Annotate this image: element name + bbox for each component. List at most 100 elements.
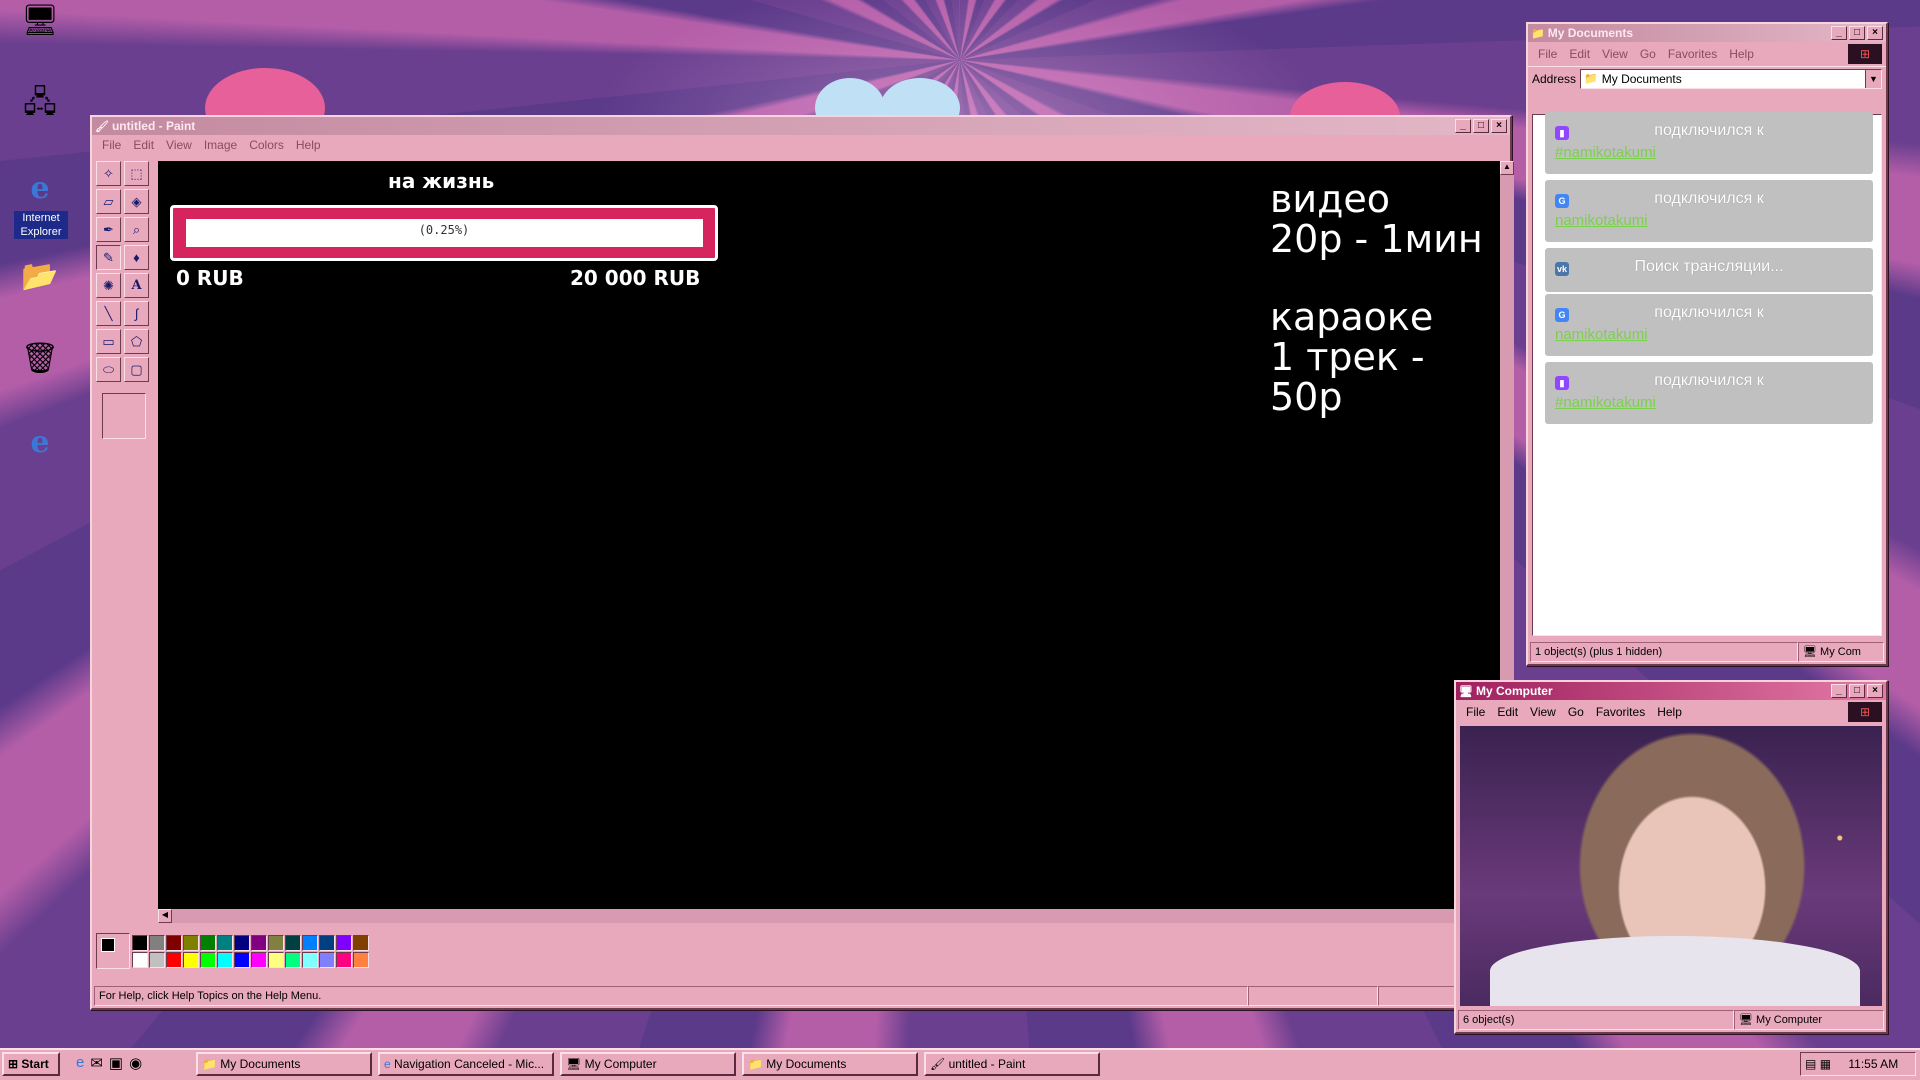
display-tray-icon[interactable]: ▦ bbox=[1820, 1057, 1831, 1071]
chat-channel-link[interactable]: namikotakumi bbox=[1555, 326, 1648, 343]
pencil-tool[interactable]: ✎ bbox=[96, 245, 121, 270]
menu-edit[interactable]: Edit bbox=[1563, 47, 1596, 61]
taskbar-button[interactable]: 📁 My Documents bbox=[196, 1052, 372, 1076]
ie-quicklaunch-icon[interactable]: e bbox=[76, 1054, 84, 1072]
color-swatch[interactable] bbox=[234, 935, 250, 951]
outlook-express-icon[interactable]: e bbox=[20, 422, 60, 462]
menu-go[interactable]: Go bbox=[1634, 47, 1662, 61]
maximize-button[interactable]: □ bbox=[1473, 119, 1489, 133]
eraser-tool[interactable]: ▱ bbox=[96, 189, 121, 214]
color-swatch[interactable] bbox=[336, 952, 352, 968]
start-button[interactable]: ⊞ Start bbox=[2, 1052, 60, 1076]
paint-canvas[interactable]: на жизнь (0.25%) 0 RUB 20 000 RUB видео … bbox=[158, 161, 1504, 909]
brush-tool[interactable]: ♦ bbox=[124, 245, 149, 270]
minimize-button[interactable]: _ bbox=[1831, 684, 1847, 698]
color-swatch[interactable] bbox=[132, 952, 148, 968]
menu-view[interactable]: View bbox=[1596, 47, 1634, 61]
color-swatch[interactable] bbox=[234, 952, 250, 968]
minimize-button[interactable]: _ bbox=[1455, 119, 1471, 133]
folder-icon[interactable]: 📂 bbox=[20, 256, 60, 296]
color-swatch[interactable] bbox=[251, 935, 267, 951]
menu-view[interactable]: View bbox=[1524, 705, 1562, 719]
rectangle-tool[interactable]: ▭ bbox=[96, 329, 121, 354]
color-swatch[interactable] bbox=[166, 935, 182, 951]
color-swatch[interactable] bbox=[217, 952, 233, 968]
color-swatch[interactable] bbox=[336, 935, 352, 951]
menu-file[interactable]: File bbox=[96, 138, 127, 152]
close-button[interactable]: × bbox=[1867, 684, 1883, 698]
tool-options-box[interactable] bbox=[102, 393, 146, 439]
mycomputer-titlebar[interactable]: 🖥 My Computer _ □ × bbox=[1456, 682, 1886, 700]
clock[interactable]: 11:55 AM bbox=[1848, 1057, 1898, 1071]
recycle-bin-icon[interactable]: 🗑 bbox=[20, 338, 60, 378]
taskbar-button[interactable]: 🖥 My Computer bbox=[560, 1052, 736, 1076]
color-swatch[interactable] bbox=[319, 952, 335, 968]
color-swatch[interactable] bbox=[353, 952, 369, 968]
menu-help[interactable]: Help bbox=[1723, 47, 1760, 61]
network-tray-icon[interactable]: ▤ bbox=[1805, 1057, 1816, 1071]
color-swatch[interactable] bbox=[319, 935, 335, 951]
color-swatch[interactable] bbox=[183, 952, 199, 968]
color-swatch[interactable] bbox=[183, 935, 199, 951]
curve-tool[interactable]: ∫ bbox=[124, 301, 149, 326]
minimize-button[interactable]: _ bbox=[1831, 26, 1847, 40]
scroll-left-button[interactable]: ◀ bbox=[158, 909, 172, 923]
rounded-rect-tool[interactable]: ▢ bbox=[124, 357, 149, 382]
taskbar-button[interactable]: e Navigation Canceled - Mic... bbox=[378, 1052, 554, 1076]
color-swatch[interactable] bbox=[149, 952, 165, 968]
menu-image[interactable]: Image bbox=[198, 138, 243, 152]
color-swatch[interactable] bbox=[302, 952, 318, 968]
menu-view[interactable]: View bbox=[160, 138, 198, 152]
color-swatch[interactable] bbox=[166, 952, 182, 968]
menu-go[interactable]: Go bbox=[1562, 705, 1590, 719]
menu-favorites[interactable]: Favorites bbox=[1590, 705, 1651, 719]
show-desktop-icon[interactable]: ▣ bbox=[109, 1054, 123, 1072]
menu-edit[interactable]: Edit bbox=[1491, 705, 1524, 719]
chat-channel-link[interactable]: namikotakumi bbox=[1555, 212, 1648, 229]
color-swatch[interactable] bbox=[285, 935, 301, 951]
airbrush-tool[interactable]: ✺ bbox=[96, 273, 121, 298]
chat-channel-link[interactable]: #namikotakumi bbox=[1555, 394, 1656, 411]
taskbar-button[interactable]: 🖌 untitled - Paint bbox=[924, 1052, 1100, 1076]
menu-edit[interactable]: Edit bbox=[127, 138, 160, 152]
polygon-tool[interactable]: ⬠ bbox=[124, 329, 149, 354]
color-swatch[interactable] bbox=[353, 935, 369, 951]
maximize-button[interactable]: □ bbox=[1849, 26, 1865, 40]
internet-explorer-icon[interactable]: e bbox=[20, 168, 60, 208]
scroll-up-button[interactable]: ▲ bbox=[1500, 161, 1514, 175]
ellipse-tool[interactable]: ⬭ bbox=[96, 357, 121, 382]
current-colors[interactable] bbox=[96, 933, 130, 969]
color-swatch[interactable] bbox=[268, 952, 284, 968]
horizontal-scrollbar[interactable]: ◀ bbox=[158, 909, 1500, 923]
close-button[interactable]: × bbox=[1491, 119, 1507, 133]
fill-tool[interactable]: ◈ bbox=[124, 189, 149, 214]
paint-titlebar[interactable]: 🖌 untitled - Paint _ □ × bbox=[92, 117, 1510, 135]
menu-file[interactable]: File bbox=[1460, 705, 1491, 719]
menu-file[interactable]: File bbox=[1532, 47, 1563, 61]
chat-channel-link[interactable]: #namikotakumi bbox=[1555, 144, 1656, 161]
maximize-button[interactable]: □ bbox=[1849, 684, 1865, 698]
close-button[interactable]: × bbox=[1867, 26, 1883, 40]
address-dropdown-button[interactable]: ▼ bbox=[1865, 69, 1881, 88]
menu-colors[interactable]: Colors bbox=[243, 138, 290, 152]
line-tool[interactable]: ╲ bbox=[96, 301, 121, 326]
mydocs-titlebar[interactable]: 📁 My Documents _ □ × bbox=[1528, 24, 1886, 42]
color-swatch[interactable] bbox=[132, 935, 148, 951]
menu-help[interactable]: Help bbox=[290, 138, 327, 152]
color-swatch[interactable] bbox=[149, 935, 165, 951]
color-swatch[interactable] bbox=[217, 935, 233, 951]
color-picker-tool[interactable]: ✒ bbox=[96, 217, 121, 242]
color-swatch[interactable] bbox=[251, 952, 267, 968]
color-swatch[interactable] bbox=[200, 935, 216, 951]
menu-favorites[interactable]: Favorites bbox=[1662, 47, 1723, 61]
internet-explorer-label[interactable]: Internet Explorer bbox=[14, 211, 68, 239]
text-tool[interactable]: A bbox=[124, 273, 149, 298]
address-input[interactable]: 📁 My Documents ▼ bbox=[1580, 68, 1882, 89]
color-swatch[interactable] bbox=[302, 935, 318, 951]
my-computer-desktop-icon[interactable]: 🖥 bbox=[20, 0, 60, 40]
color-swatch[interactable] bbox=[285, 952, 301, 968]
free-select-tool[interactable]: ✧ bbox=[96, 161, 121, 186]
taskbar-button[interactable]: 📁 My Documents bbox=[742, 1052, 918, 1076]
magnifier-tool[interactable]: ⌕ bbox=[124, 217, 149, 242]
color-swatch[interactable] bbox=[268, 935, 284, 951]
